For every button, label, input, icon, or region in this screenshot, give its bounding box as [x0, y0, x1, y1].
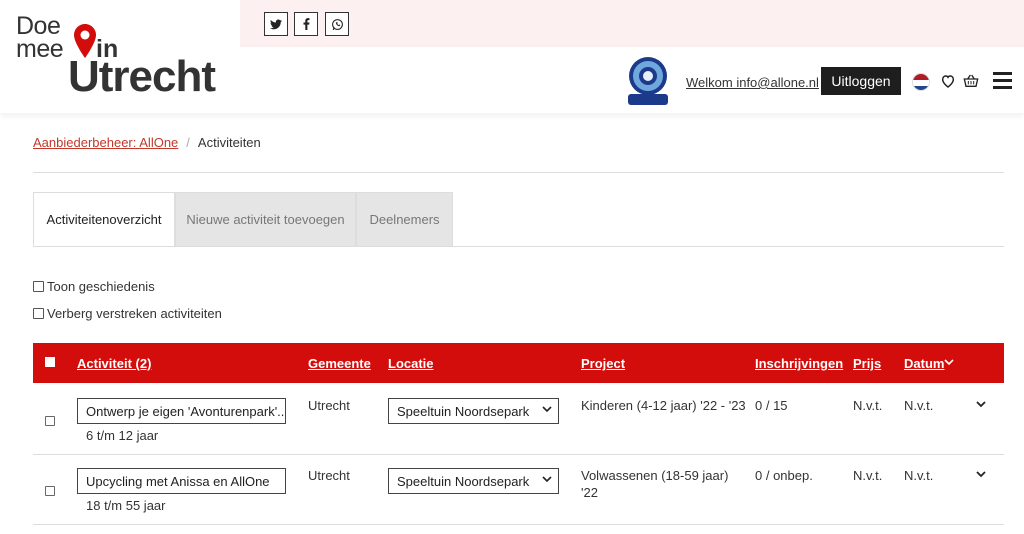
activity-name-field[interactable]: Upcycling met Anissa en AllOne — [77, 468, 286, 494]
basket-icon[interactable] — [963, 73, 979, 89]
hide-expired-checkbox[interactable] — [33, 308, 44, 319]
municipality-value: Utrecht — [308, 398, 350, 413]
language-flag-icon[interactable] — [912, 73, 930, 91]
select-all-checkbox[interactable] — [45, 357, 55, 367]
table-header: Activiteit (2) Gemeente Locatie Project … — [33, 343, 1004, 383]
tab-bar: Activiteitenoverzicht Nieuwe activiteit … — [33, 192, 453, 247]
logo[interactable]: Doe mee in Utrecht — [0, 0, 240, 113]
column-project[interactable]: Project — [581, 356, 625, 371]
row-expand-chevron-icon[interactable] — [976, 471, 986, 478]
menu-icon[interactable] — [993, 72, 1012, 89]
logout-button[interactable]: Uitloggen — [821, 67, 901, 95]
welcome-link[interactable]: Welkom info@allone.nl — [686, 75, 819, 90]
heart-icon[interactable] — [940, 73, 956, 89]
activity-age: 18 t/m 55 jaar — [86, 498, 166, 513]
date-value: N.v.t. — [904, 398, 934, 413]
show-history-checkbox[interactable] — [33, 281, 44, 292]
activity-name-field[interactable]: Ontwerp je eigen 'Avonturenpark'... — [77, 398, 286, 424]
price-value: N.v.t. — [853, 468, 883, 483]
avatar[interactable] — [626, 56, 670, 106]
column-registrations[interactable]: Inschrijvingen — [755, 356, 843, 371]
twitter-icon[interactable] — [264, 12, 288, 36]
location-select-value: Speeltuin Noordsepark — [397, 404, 530, 419]
chevron-down-icon — [542, 406, 552, 413]
registrations-value: 0 / onbep. — [755, 468, 813, 483]
location-select[interactable]: Speeltuin Noordsepark — [388, 468, 559, 494]
show-history-label: Toon geschiedenis — [47, 279, 155, 294]
hide-expired-label: Verberg verstreken activiteiten — [47, 306, 222, 321]
whatsapp-icon[interactable] — [325, 12, 349, 36]
column-activity[interactable]: Activiteit (2) — [77, 356, 151, 371]
table-row: Ontwerp je eigen 'Avonturenpark'... 6 t/… — [33, 385, 1004, 455]
breadcrumb-separator: / — [186, 135, 190, 150]
tabs-divider — [33, 246, 1004, 247]
logo-text-mee: mee — [16, 35, 64, 63]
location-select[interactable]: Speeltuin Noordsepark — [388, 398, 559, 424]
tab-deelnemers[interactable]: Deelnemers — [356, 192, 453, 247]
project-value: Kinderen (4-12 jaar) '22 - '23 — [581, 398, 746, 413]
breadcrumb: Aanbiederbeheer: AllOne / Activiteiten — [33, 135, 261, 150]
column-date[interactable]: Datum — [904, 356, 944, 371]
breadcrumb-parent-link[interactable]: Aanbiederbeheer: AllOne — [33, 135, 178, 150]
row-expand-chevron-icon[interactable] — [976, 401, 986, 408]
project-value: Volwassenen (18-59 jaar) — [581, 468, 729, 483]
project-value-line2: '22 — [581, 485, 598, 500]
tab-activiteitenoverzicht[interactable]: Activiteitenoverzicht — [33, 192, 175, 247]
column-municipality[interactable]: Gemeente — [308, 356, 371, 371]
municipality-value: Utrecht — [308, 468, 350, 483]
logo-text-utrecht: Utrecht — [68, 52, 216, 101]
tab-nieuwe-activiteit[interactable]: Nieuwe activiteit toevoegen — [175, 192, 356, 247]
registrations-value: 0 / 15 — [755, 398, 788, 413]
activity-age: 6 t/m 12 jaar — [86, 428, 159, 443]
show-history-filter[interactable]: Toon geschiedenis — [33, 279, 155, 294]
facebook-icon[interactable] — [294, 12, 318, 36]
column-location[interactable]: Locatie — [388, 356, 434, 371]
price-value: N.v.t. — [853, 398, 883, 413]
divider — [33, 172, 1004, 173]
table-row: Upcycling met Anissa en AllOne 18 t/m 55… — [33, 455, 1004, 525]
column-price[interactable]: Prijs — [853, 356, 881, 371]
breadcrumb-current: Activiteiten — [197, 135, 261, 150]
hide-expired-filter[interactable]: Verberg verstreken activiteiten — [33, 306, 222, 321]
row-checkbox[interactable] — [45, 416, 55, 426]
chevron-down-icon — [542, 476, 552, 483]
top-bar — [240, 0, 1024, 47]
date-value: N.v.t. — [904, 468, 934, 483]
sort-chevron-down-icon[interactable] — [944, 359, 954, 366]
row-checkbox[interactable] — [45, 486, 55, 496]
location-select-value: Speeltuin Noordsepark — [397, 474, 530, 489]
